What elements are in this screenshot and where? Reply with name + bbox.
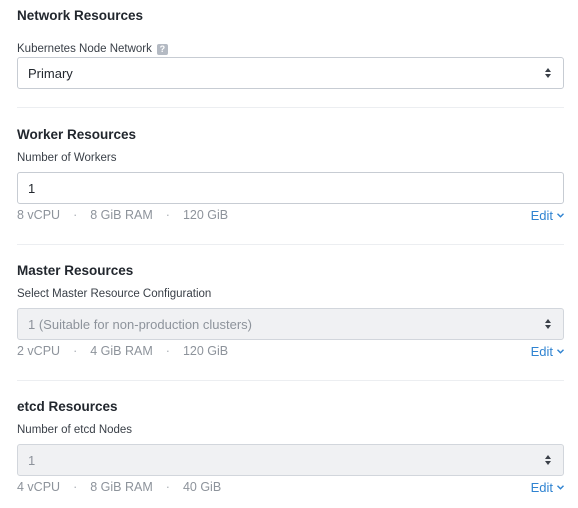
- etcd-disk-spec: 40 GiB: [182, 480, 222, 494]
- master-edit-label: Edit: [530, 343, 553, 359]
- kubernetes-node-network-label-text: Kubernetes Node Network: [17, 43, 152, 55]
- worker-resources-title: Worker Resources: [17, 127, 137, 142]
- worker-specs: 8 vCPU · 8 GiB RAM · 120 GiB Edit: [17, 206, 564, 224]
- chevron-down-icon: [557, 212, 564, 218]
- network-resources-title: Network Resources: [17, 8, 144, 23]
- number-of-etcd-nodes-label: Number of etcd Nodes: [17, 424, 133, 436]
- spec-separator: ·: [73, 208, 78, 222]
- spec-separator: ·: [165, 480, 170, 494]
- etcd-resources-title: etcd Resources: [17, 399, 118, 414]
- master-resources-title: Master Resources: [17, 263, 134, 278]
- section-divider: [17, 244, 564, 245]
- spec-separator: ·: [165, 208, 170, 222]
- master-specs: 2 vCPU · 4 GiB RAM · 120 GiB Edit: [17, 342, 564, 360]
- master-edit-link[interactable]: Edit: [531, 344, 564, 359]
- master-cpu-spec: 2 vCPU: [17, 344, 61, 358]
- etcd-nodes-select-value: 1: [28, 452, 36, 468]
- network-resources-section: Network Resources Kubernetes Node Networ…: [17, 7, 564, 89]
- master-config-select-value: 1 (Suitable for non-production clusters): [28, 316, 253, 332]
- spec-separator: ·: [165, 344, 170, 358]
- etcd-edit-link[interactable]: Edit: [531, 480, 564, 495]
- etcd-nodes-select[interactable]: 1: [17, 444, 564, 476]
- etcd-specs: 4 vCPU · 8 GiB RAM · 40 GiB Edit: [17, 478, 564, 496]
- kubernetes-node-network-label: Kubernetes Node Network ?: [17, 41, 564, 57]
- worker-edit-label: Edit: [530, 207, 553, 223]
- master-config-label: Select Master Resource Configuration: [17, 288, 212, 300]
- select-arrows-icon: [544, 68, 552, 78]
- help-icon[interactable]: ?: [156, 43, 168, 55]
- etcd-edit-label: Edit: [530, 479, 553, 495]
- etcd-resources-section: etcd Resources Number of etcd Nodes 1 4 …: [17, 398, 564, 495]
- spec-separator: ·: [73, 344, 78, 358]
- etcd-ram-spec: 8 GiB RAM: [90, 480, 153, 494]
- chevron-down-icon: [557, 484, 564, 490]
- master-disk-spec: 120 GiB: [182, 344, 229, 358]
- node-network-select[interactable]: Primary: [17, 57, 564, 89]
- worker-ram-spec: 8 GiB RAM: [90, 208, 153, 222]
- worker-disk-spec: 120 GiB: [182, 208, 229, 222]
- node-network-select-value: Primary: [28, 65, 73, 81]
- select-arrows-icon: [544, 455, 552, 465]
- section-divider: [17, 107, 564, 108]
- number-of-workers-value: 1: [28, 180, 36, 196]
- master-config-select[interactable]: 1 (Suitable for non-production clusters): [17, 308, 564, 340]
- spec-separator: ·: [73, 480, 78, 494]
- number-of-workers-label: Number of Workers: [17, 152, 117, 164]
- worker-cpu-spec: 8 vCPU: [17, 208, 61, 222]
- worker-edit-link[interactable]: Edit: [531, 208, 564, 223]
- master-ram-spec: 4 GiB RAM: [90, 344, 153, 358]
- select-arrows-icon: [544, 319, 552, 329]
- master-resources-section: Master Resources Select Master Resource …: [17, 262, 564, 359]
- number-of-workers-input[interactable]: 1: [17, 172, 564, 204]
- chevron-down-icon: [557, 348, 564, 354]
- section-divider: [17, 380, 564, 381]
- worker-resources-section: Worker Resources Number of Workers 1 8 v…: [17, 126, 564, 223]
- etcd-cpu-spec: 4 vCPU: [17, 480, 61, 494]
